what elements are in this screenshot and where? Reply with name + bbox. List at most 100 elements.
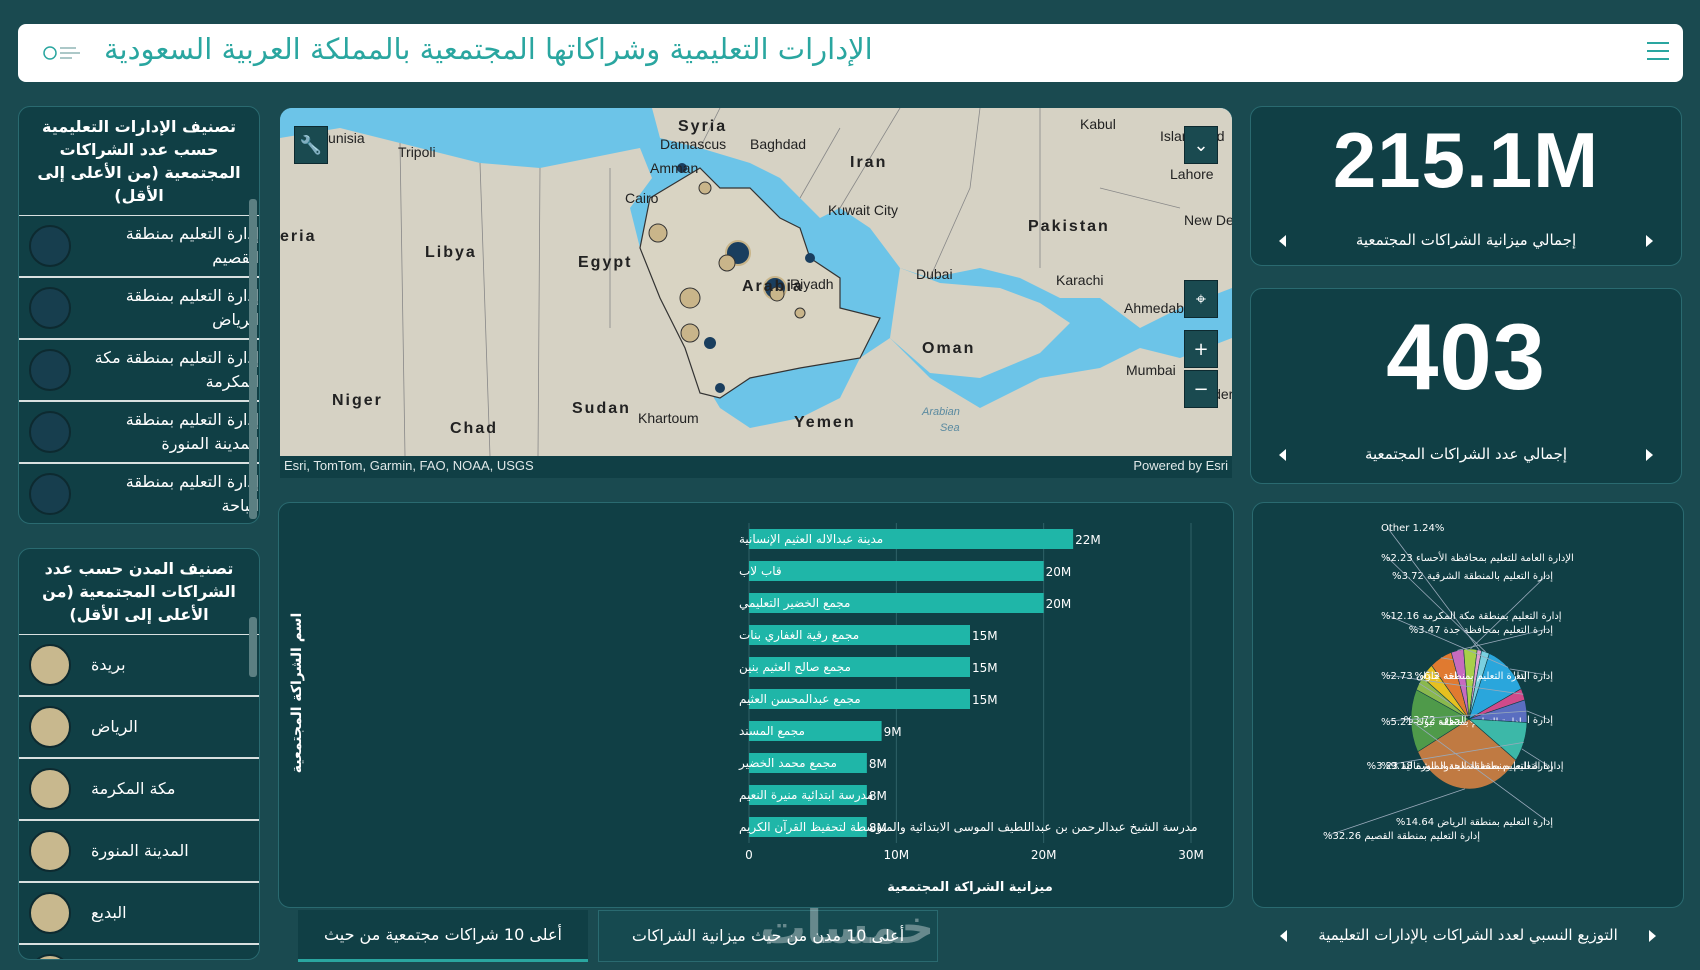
city-list-symbol [29, 954, 71, 959]
map-view[interactable]: SyriaDamascusTunisiaTripoliBaghdadKabulI… [280, 108, 1232, 456]
map-label: Ahmedab [1124, 300, 1184, 316]
x-tick-label: 10M [884, 848, 910, 862]
tab-top-partnerships[interactable]: أعلى 10 شراكات مجتمعية من حيث الميزانية [298, 910, 588, 962]
department-list-item[interactable]: إدارة التعليم بمنطقة الرياض [19, 278, 259, 340]
pie-caption-bar: التوزيع النسبي لعدد الشراكات بالإدارات ا… [1252, 912, 1684, 960]
bar-data-label: 8M [869, 821, 887, 835]
pie-slice-label: إدارة التعليم بمنطقة جازان 2.73% [1381, 671, 1527, 682]
map-label: Sudan [572, 400, 631, 417]
top-partnerships-chart-panel: 0 10M 20M 30M مدينة عبدالاله العثيم الإنساني… [278, 502, 1234, 908]
map-label: Sea [940, 422, 960, 434]
map-label: Karachi [1056, 272, 1104, 288]
kpi-total-count-caption: إجمالي عدد الشراكات المجتمعية [1364, 445, 1568, 463]
x-tick-label: 30M [1178, 848, 1204, 862]
kpi-total-budget-next-arrow[interactable] [1646, 235, 1653, 247]
y-category-label: مدينة عبدالاله العثيم الإنسانية [739, 532, 883, 546]
pie-prev-arrow[interactable] [1280, 930, 1287, 942]
tab-top-partnerships-label: أعلى 10 شراكات مجتمعية من حيث الميزانية [324, 925, 562, 944]
department-list-symbol [29, 473, 71, 515]
zoom-out-button[interactable]: − [1184, 370, 1218, 408]
hamburger-menu-icon[interactable] [1647, 42, 1669, 64]
map-label: New Del [1184, 212, 1232, 228]
kpi-total-budget-value: 215.1M [1332, 116, 1600, 204]
city-list-item[interactable]: المدينة المنورة [19, 821, 259, 883]
department-list-item[interactable]: إدارة التعليم بمنطقة مكة المكرمة [19, 340, 259, 402]
city-list-item[interactable]: تبوك [19, 945, 259, 959]
page-title: الإدارات التعليمية وشراكاتها المجتمعية ب… [104, 32, 873, 66]
y-category-label: مجمع صالح العثيم بنين [739, 660, 851, 675]
pie-slice-label: Other 1.24% [1381, 523, 1444, 534]
chevron-down-icon[interactable]: ⌄ [1184, 126, 1218, 164]
map-label: Amman [650, 160, 699, 176]
map-label: Libya [425, 244, 477, 261]
y-category-label: مدرسة ابتدائية منيرة النعيم [739, 788, 873, 803]
cities-list-scrollbar[interactable] [249, 617, 257, 677]
y-category-label: قاب لاب [739, 564, 782, 578]
locate-icon[interactable]: ⌖ [1184, 280, 1218, 318]
pie-slice-label: إدارة التعليم بمنطقة القصيم 32.26% [1323, 831, 1480, 842]
map-label: Baghdad [750, 136, 807, 152]
city-list-item[interactable]: مكة المكرمة [19, 759, 259, 821]
department-list-symbol [29, 287, 71, 329]
department-list-item[interactable]: إدارة التعليم بمنطقة المدينة المنورة [19, 402, 259, 464]
map-label: Damascus [660, 136, 727, 152]
map-attribution: Esri, TomTom, Garmin, FAO, NOAA, USGS [284, 458, 534, 473]
map-label: Pakistan [1028, 218, 1110, 235]
map-label: Chad [450, 420, 498, 437]
pie-caption: التوزيع النسبي لعدد الشراكات بالإدارات ا… [1318, 926, 1618, 944]
bar-data-label: 15M [972, 693, 998, 707]
zoom-in-button[interactable]: + [1184, 330, 1218, 368]
kpi-total-count-value: 403 [1386, 304, 1546, 409]
distribution-pie-chart[interactable]: إدارة التعليم بمنطقة القصيم 32.26% إدارة … [1253, 503, 1684, 908]
wrench-icon[interactable]: 🔧 [294, 126, 328, 164]
map-label: Kuwait City [828, 202, 899, 218]
kpi-total-count-next-arrow[interactable] [1646, 449, 1653, 461]
map-label: Egypt [578, 254, 633, 271]
map-label: Khartoum [638, 410, 699, 426]
header-bar: الإدارات التعليمية وشراكاتها المجتمعية ب… [18, 24, 1683, 82]
map-label: Syria [678, 118, 728, 135]
department-list-label: إدارة التعليم بمنطقة المدينة المنورة [125, 410, 259, 453]
y-category-label: مجمع المسند [739, 724, 805, 738]
bar-data-label: 20M [1046, 565, 1072, 579]
departments-list-scrollbar[interactable] [249, 199, 257, 519]
y-category-label: مجمع محمد الخضير [738, 756, 837, 771]
bar-data-label: 20M [1046, 597, 1072, 611]
city-list-item[interactable]: البديع [19, 883, 259, 945]
city-list-symbol [29, 706, 71, 748]
map-label: Tripoli [398, 144, 436, 160]
kpi-total-count-prev-arrow[interactable] [1279, 449, 1286, 461]
kpi-total-budget-prev-arrow[interactable] [1279, 235, 1286, 247]
map-label: Lahore [1170, 166, 1214, 182]
y-axis-title: اسم الشراكة المجتمعية [289, 613, 305, 773]
department-list-item[interactable]: إدارة التعليم بمنطقة الباحة [19, 464, 259, 523]
department-list-item[interactable]: إدارة التعليم بمنطقة القصيم [19, 216, 259, 278]
map-label: Oman [922, 340, 976, 357]
bar-data-label: 15M [972, 629, 998, 643]
city-list-item[interactable]: الرياض [19, 697, 259, 759]
department-list-symbol [29, 349, 71, 391]
kpi-total-count: 403 إجمالي عدد الشراكات المجتمعية [1250, 288, 1682, 484]
pie-slice-label: إدارة التعليم بمنطقة الرياض 14.64% [1396, 817, 1553, 828]
kpi-total-budget-caption: إجمالي ميزانية الشراكات المجتمعية [1355, 231, 1577, 249]
top-partnerships-bar-chart[interactable]: 0 10M 20M 30M مدينة عبدالاله العثيم الإنساني… [279, 503, 1234, 908]
pie-next-arrow[interactable] [1649, 930, 1656, 942]
city-list-label: بريدة [91, 655, 126, 674]
x-tick-label: 20M [1031, 848, 1057, 862]
map-label: Iran [850, 154, 888, 171]
departments-ranking-title: تصنيف الإدارات التعليمية حسب عدد الشراكا… [19, 107, 259, 216]
pie-slice-label: إدارة التعليم بمحافظة جدة 3.47% [1409, 625, 1554, 636]
map-label: Arabian [922, 406, 960, 418]
map-label: Riyadh [790, 276, 834, 292]
city-list-item[interactable]: بريدة [19, 635, 259, 697]
pie-leader-line [1328, 788, 1466, 836]
ministry-logo [43, 46, 80, 60]
bar[interactable] [749, 561, 1044, 581]
city-list-label: مكة المكرمة [91, 779, 176, 798]
departments-ranking-panel: تصنيف الإدارات التعليمية حسب عدد الشراكا… [18, 106, 260, 524]
powered-by-esri[interactable]: Powered by Esri [1133, 458, 1228, 473]
city-list-label: البديع [91, 903, 127, 922]
map-label: Mumbai [1126, 362, 1176, 378]
x-tick-label: 0 [745, 848, 753, 862]
bar-data-label: 9M [884, 725, 902, 739]
